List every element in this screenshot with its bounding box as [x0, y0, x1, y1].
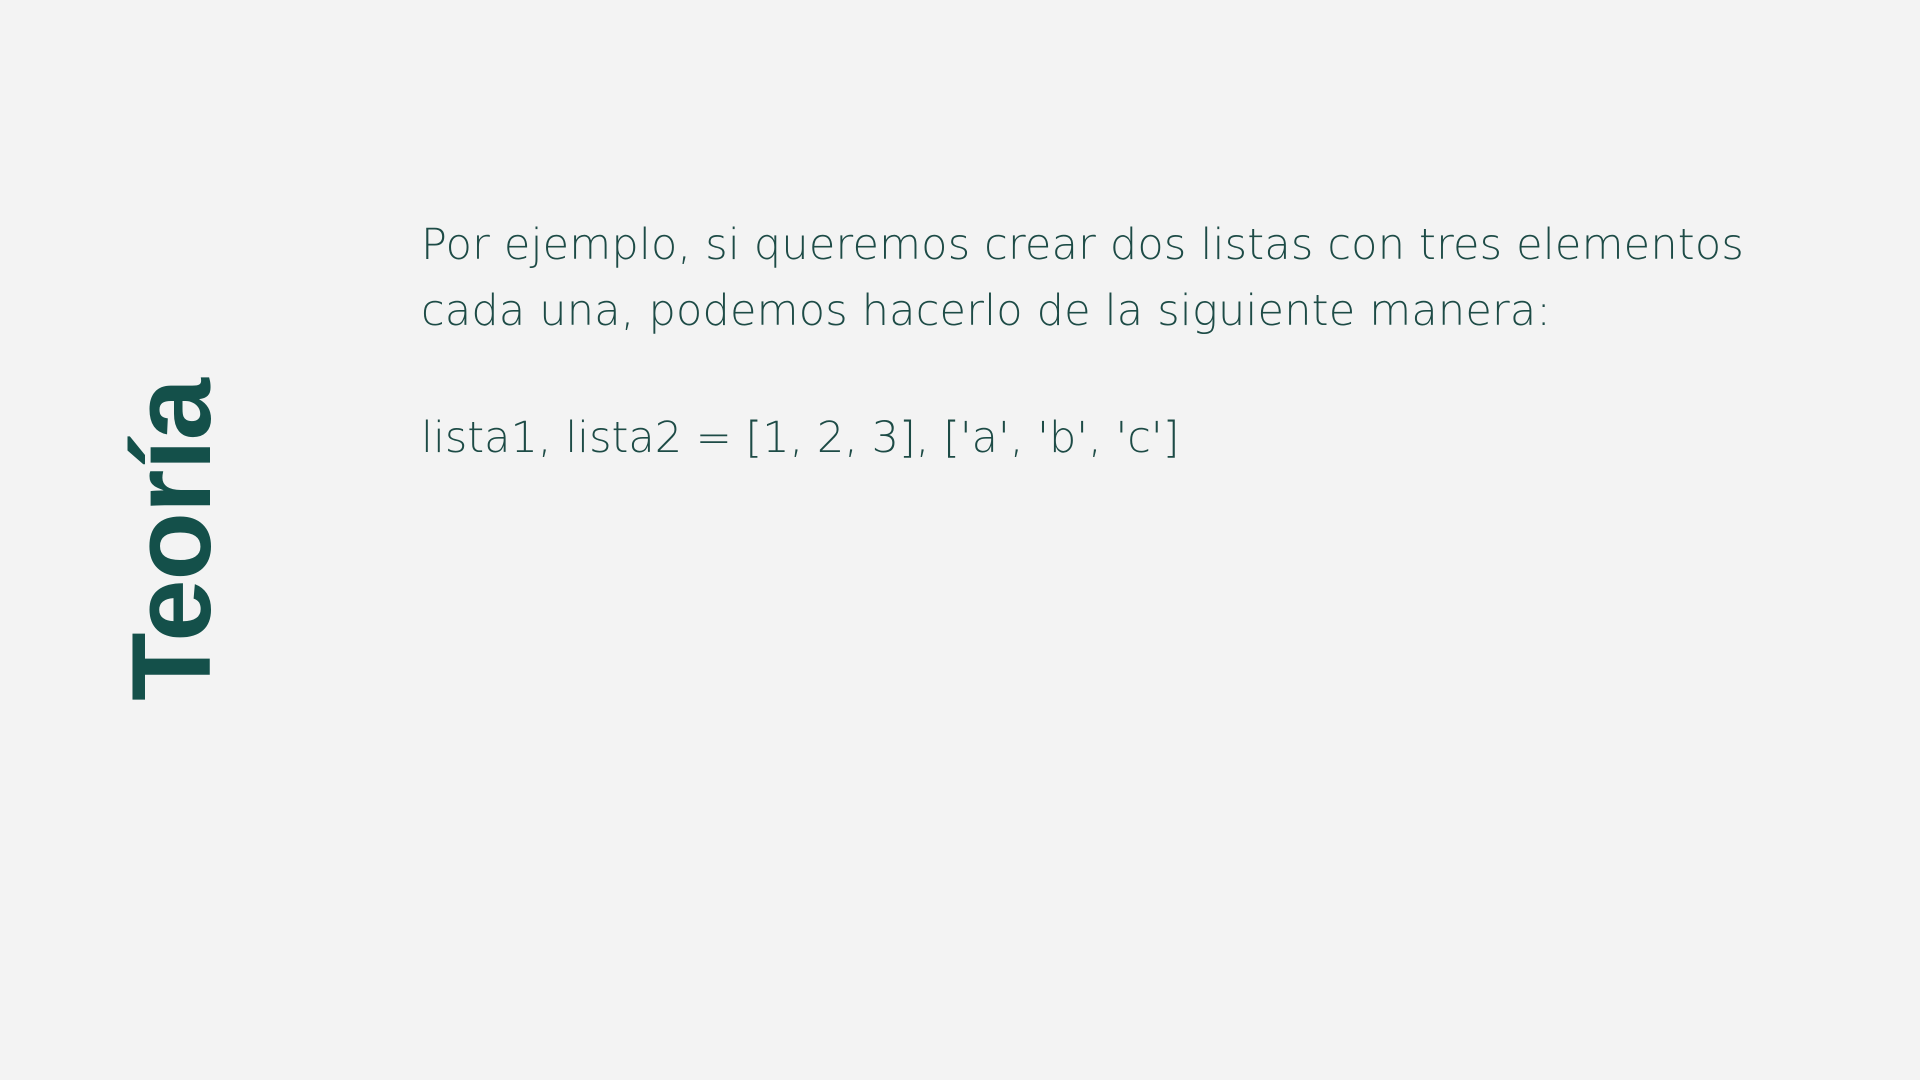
- main-content: Por ejemplo, si queremos crear dos lista…: [421, 212, 1841, 466]
- side-title-container: Teoría: [109, 379, 234, 701]
- intro-paragraph: Por ejemplo, si queremos crear dos lista…: [421, 220, 1744, 336]
- code-example: lista1, lista2 = [1, 2, 3], ['a', 'b', '…: [421, 413, 1180, 463]
- side-title: Teoría: [109, 379, 234, 701]
